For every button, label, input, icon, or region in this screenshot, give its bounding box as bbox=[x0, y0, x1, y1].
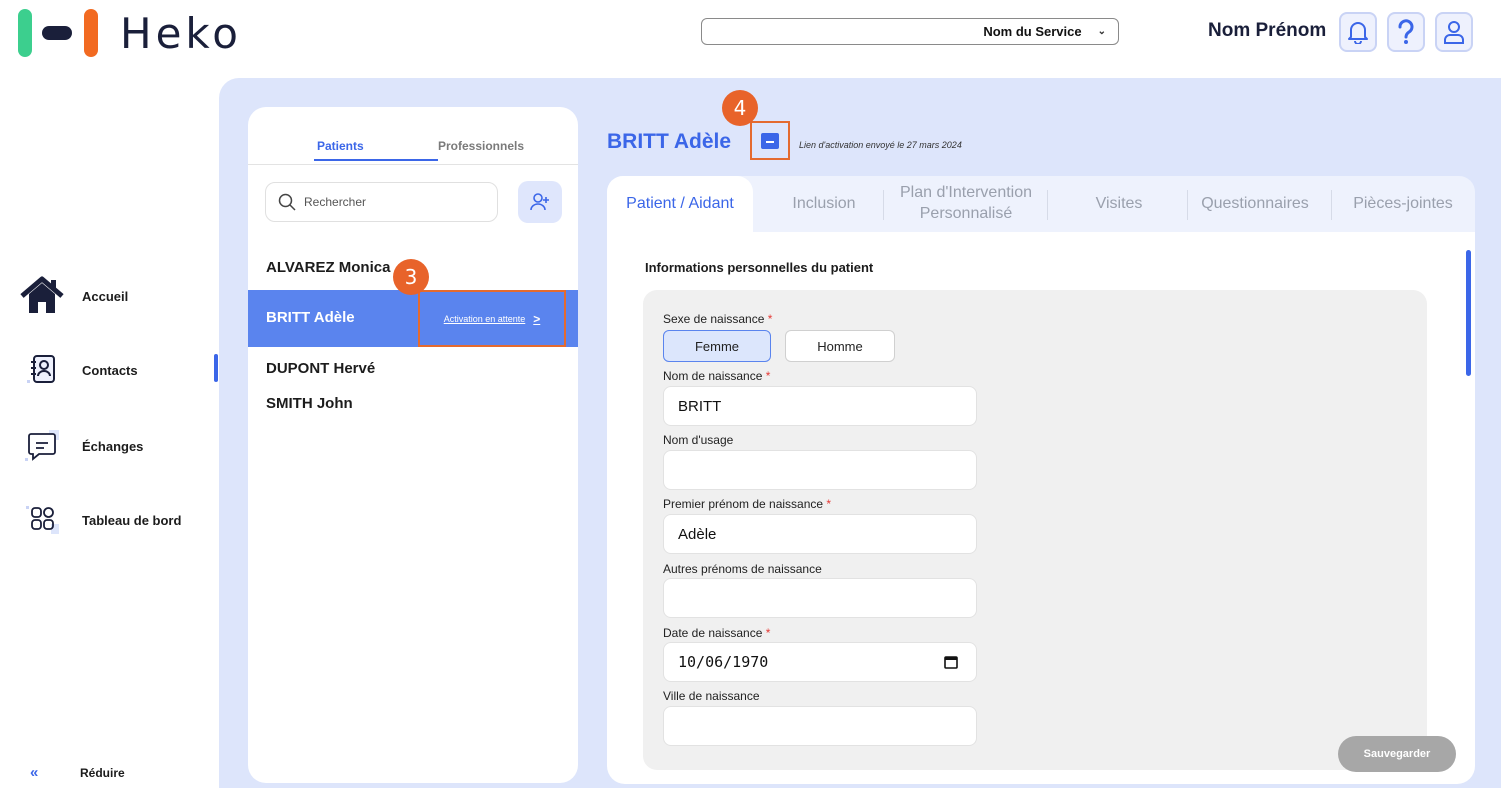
nav-active-indicator bbox=[214, 354, 218, 382]
archive-icon bbox=[761, 132, 779, 149]
patient-form-card: Informations personnelles du patient Sex… bbox=[607, 232, 1475, 784]
form-scrollbar[interactable] bbox=[1466, 250, 1471, 376]
user-icon bbox=[1444, 21, 1464, 44]
search-icon bbox=[278, 193, 296, 211]
personal-info-form: Sexe de naissance * Femme Homme Nom de n… bbox=[643, 290, 1427, 770]
other-names-field[interactable] bbox=[663, 578, 977, 618]
usage-name-field[interactable] bbox=[663, 450, 977, 490]
contact-item[interactable]: ALVAREZ Monica bbox=[266, 259, 390, 276]
usage-name-label: Nom d'usage bbox=[663, 433, 734, 447]
bell-icon bbox=[1348, 22, 1368, 44]
contacts-icon bbox=[18, 350, 66, 390]
tab-visites[interactable]: Visites bbox=[1053, 176, 1185, 232]
user-name: Nom Prénom bbox=[1208, 20, 1327, 41]
step-badge-3: 3 bbox=[393, 259, 429, 295]
contact-item[interactable]: DUPONT Hervé bbox=[266, 360, 375, 377]
tab-inclusion[interactable]: Inclusion bbox=[767, 176, 881, 232]
first-name-label: Premier prénom de naissance * bbox=[663, 497, 832, 511]
add-patient-button[interactable] bbox=[518, 181, 562, 223]
dashboard-icon bbox=[18, 500, 66, 540]
tab-separator bbox=[883, 190, 884, 220]
chevron-down-icon: ⌄ bbox=[1097, 26, 1106, 37]
birth-date-field[interactable]: 10/06/1970 bbox=[663, 642, 977, 682]
nav-item-accueil[interactable]: Accueil bbox=[18, 276, 128, 316]
tab-patients[interactable]: Patients bbox=[317, 139, 364, 153]
other-names-label: Autres prénoms de naissance bbox=[663, 562, 822, 576]
logo: Heko bbox=[18, 6, 242, 60]
nav-item-echanges[interactable]: Échanges bbox=[18, 426, 143, 466]
service-select-value: Nom du Service bbox=[983, 24, 1082, 39]
tab-pieces-jointes[interactable]: Pièces-jointes bbox=[1333, 176, 1473, 232]
reduce-button[interactable]: « Réduire bbox=[30, 764, 125, 781]
reduce-label: Réduire bbox=[80, 765, 125, 780]
birth-date-value: 10/06/1970 bbox=[678, 653, 769, 671]
home-icon bbox=[18, 276, 66, 316]
nav-item-tableau-de-bord[interactable]: Tableau de bord bbox=[18, 500, 181, 540]
logo-text: Heko bbox=[120, 8, 242, 58]
search-placeholder: Rechercher bbox=[304, 195, 367, 209]
contact-name: BRITT Adèle bbox=[266, 309, 355, 326]
activation-note: Lien d'activation envoyé le 27 mars 2024 bbox=[799, 140, 962, 150]
first-name-field[interactable]: Adèle bbox=[663, 514, 977, 554]
step-badge-4: 4 bbox=[722, 90, 758, 126]
search-input[interactable]: Rechercher bbox=[265, 182, 498, 222]
logo-dash bbox=[42, 26, 72, 40]
double-chevron-left-icon: « bbox=[30, 764, 39, 781]
save-button[interactable]: Sauvegarder bbox=[1338, 736, 1456, 772]
question-icon bbox=[1398, 19, 1414, 44]
tab-plan-intervention[interactable]: Plan d'Intervention Personnalisé bbox=[889, 176, 1043, 232]
nav-label: Accueil bbox=[82, 288, 129, 304]
tab-separator bbox=[1047, 190, 1048, 220]
logo-green-bar bbox=[18, 9, 32, 57]
birth-city-label: Ville de naissance bbox=[663, 689, 760, 703]
nav-label: Échanges bbox=[82, 438, 144, 454]
chat-icon bbox=[18, 426, 66, 466]
activation-pending-label: Activation en attente bbox=[443, 313, 526, 324]
tab-separator bbox=[1331, 190, 1332, 220]
birth-name-field[interactable]: BRITT bbox=[663, 386, 977, 426]
logo-orange-bar bbox=[84, 9, 98, 57]
active-tab-underline bbox=[314, 159, 438, 161]
profile-button[interactable] bbox=[1435, 12, 1473, 52]
nav-label: Contacts bbox=[82, 362, 138, 378]
tab-questionnaires[interactable]: Questionnaires bbox=[1181, 176, 1329, 232]
contacts-panel: Patients Professionnels Rechercher ALVAR… bbox=[248, 107, 578, 783]
contact-item-selected[interactable]: BRITT Adèle Activation en attente > bbox=[248, 290, 578, 347]
birth-name-label: Nom de naissance * bbox=[663, 369, 771, 383]
patient-title: BRITT Adèle bbox=[607, 130, 732, 153]
notifications-button[interactable] bbox=[1339, 12, 1377, 52]
tab-patient-aidant[interactable]: Patient / Aidant bbox=[607, 176, 753, 232]
nav-label: Tableau de bord bbox=[82, 512, 182, 528]
calendar-icon[interactable] bbox=[944, 655, 958, 669]
chevron-right-icon: > bbox=[533, 311, 541, 326]
sex-option-homme[interactable]: Homme bbox=[785, 330, 895, 362]
nav-item-contacts[interactable]: Contacts bbox=[18, 350, 138, 390]
section-title: Informations personnelles du patient bbox=[645, 260, 874, 275]
sex-label: Sexe de naissance * bbox=[663, 312, 773, 326]
help-button[interactable] bbox=[1387, 12, 1425, 52]
sex-option-femme[interactable]: Femme bbox=[663, 330, 771, 362]
contact-item[interactable]: SMITH John bbox=[266, 395, 353, 412]
birth-date-label: Date de naissance * bbox=[663, 626, 771, 640]
add-user-icon bbox=[530, 193, 549, 211]
birth-city-field[interactable] bbox=[663, 706, 977, 746]
activation-pending-link[interactable]: Activation en attente > bbox=[418, 290, 566, 347]
tab-professionnels[interactable]: Professionnels bbox=[438, 139, 524, 153]
service-select[interactable]: Nom du Service ⌄ bbox=[701, 18, 1119, 45]
archive-button[interactable] bbox=[750, 121, 790, 160]
patient-tabs: Patient / Aidant Inclusion Plan d'Interv… bbox=[607, 176, 1475, 232]
